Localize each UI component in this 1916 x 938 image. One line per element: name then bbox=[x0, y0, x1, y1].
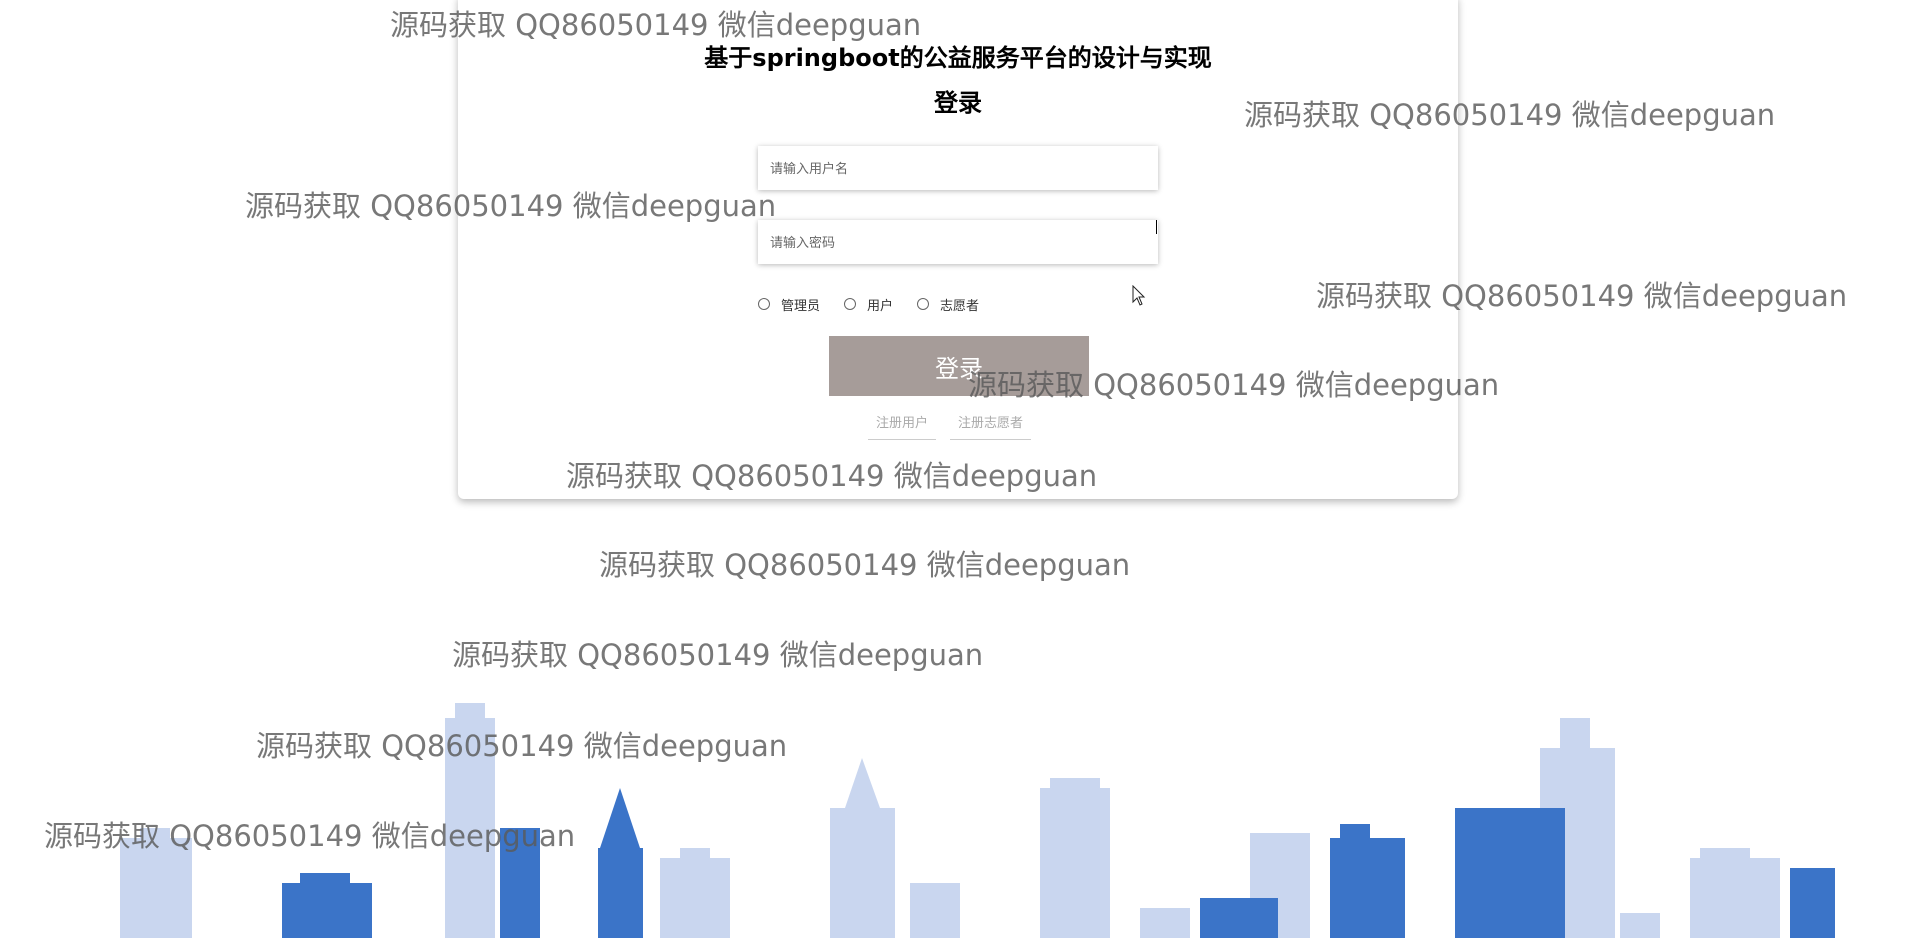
login-card: 基于springboot的公益服务平台的设计与实现 登录 管理员 用户 志愿者 … bbox=[458, 0, 1458, 499]
watermark-text: 源码获取 QQ86050149 微信deepguan bbox=[599, 548, 1131, 582]
register-links: 注册用户 注册志愿者 bbox=[868, 410, 1045, 440]
role-label-admin: 管理员 bbox=[781, 298, 821, 314]
password-input[interactable] bbox=[758, 220, 1158, 264]
register-volunteer-link[interactable]: 注册志愿者 bbox=[950, 410, 1032, 440]
arrow-pointer-icon bbox=[1132, 285, 1146, 306]
login-heading: 登录 bbox=[934, 89, 982, 117]
login-button[interactable]: 登录 bbox=[829, 336, 1089, 396]
radio-circle-icon[interactable] bbox=[917, 298, 930, 310]
login-page: 基于springboot的公益服务平台的设计与实现 登录 管理员 用户 志愿者 … bbox=[0, 0, 1916, 938]
radio-circle-icon[interactable] bbox=[758, 298, 770, 310]
role-radio-admin[interactable]: 管理员 bbox=[758, 295, 820, 314]
register-user-link[interactable]: 注册用户 bbox=[868, 410, 937, 440]
username-input[interactable] bbox=[758, 146, 1158, 190]
text-caret bbox=[1156, 220, 1157, 234]
role-radio-user[interactable]: 用户 bbox=[844, 295, 893, 314]
role-radio-group: 管理员 用户 志愿者 bbox=[758, 294, 1003, 314]
radio-circle-icon[interactable] bbox=[844, 298, 857, 310]
watermark-text: 源码获取 QQ86050149 微信deepguan bbox=[452, 638, 984, 672]
role-radio-volunteer[interactable]: 志愿者 bbox=[917, 295, 979, 314]
app-title: 基于springboot的公益服务平台的设计与实现 bbox=[704, 44, 1212, 72]
city-skyline-illustration bbox=[120, 703, 1835, 938]
role-label-volunteer: 志愿者 bbox=[940, 298, 980, 314]
role-label-user: 用户 bbox=[867, 298, 894, 314]
